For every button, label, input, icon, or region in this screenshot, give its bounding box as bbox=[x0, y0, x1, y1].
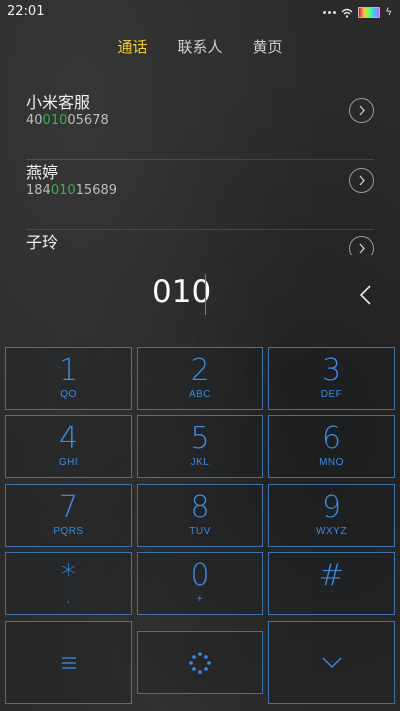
key-digit: 7 bbox=[58, 490, 79, 525]
key-3[interactable]: 3 DEF bbox=[268, 347, 395, 410]
contact-number: 4001005678 bbox=[26, 113, 109, 128]
key-letters: MNO bbox=[319, 457, 344, 468]
chevron-right-icon bbox=[359, 243, 365, 254]
key-digit: 0 bbox=[190, 558, 210, 593]
key-digit: 8 bbox=[190, 490, 210, 525]
status-icons: ϟ bbox=[323, 7, 392, 18]
key-letters: TUV bbox=[189, 526, 211, 537]
contact-name: 小米客服 bbox=[26, 93, 91, 112]
status-time: 22:01 bbox=[7, 4, 45, 19]
key-5[interactable]: 5 JKL bbox=[137, 415, 263, 478]
call-button[interactable] bbox=[137, 631, 263, 694]
tab-bar: 通话 联系人 黄页 bbox=[0, 36, 400, 60]
contact-row[interactable]: 小米客服 4001005678 bbox=[26, 89, 374, 160]
more-dots-icon bbox=[323, 11, 337, 14]
menu-button[interactable] bbox=[5, 621, 132, 704]
key-hash[interactable]: # bbox=[268, 552, 395, 615]
chevron-right-icon bbox=[359, 175, 365, 186]
key-letters: QO bbox=[60, 389, 77, 400]
contact-detail-button[interactable] bbox=[349, 168, 374, 193]
charging-icon: ϟ bbox=[385, 7, 392, 18]
tab-calls[interactable]: 通话 bbox=[117, 36, 147, 60]
key-digit: 9 bbox=[321, 490, 342, 525]
key-digit: # bbox=[318, 558, 345, 593]
key-letters: PQRS bbox=[53, 526, 84, 537]
key-digit: 3 bbox=[321, 353, 342, 388]
contact-detail-button[interactable] bbox=[349, 98, 374, 123]
key-letters: DEF bbox=[320, 389, 343, 400]
backspace-icon[interactable] bbox=[356, 284, 376, 306]
key-digit: 6 bbox=[321, 421, 342, 456]
contact-name: 子玲 bbox=[26, 233, 59, 252]
key-letters: WXYZ bbox=[316, 526, 347, 537]
key-digit: 4 bbox=[58, 421, 79, 456]
chevron-right-icon bbox=[359, 105, 365, 116]
key-9[interactable]: 9 WXYZ bbox=[268, 484, 395, 547]
key-2[interactable]: 2 ABC bbox=[137, 347, 263, 410]
key-star[interactable]: * , bbox=[5, 552, 132, 615]
contact-row[interactable]: 燕婷 18401015689 bbox=[26, 159, 374, 230]
tab-contacts[interactable]: 联系人 bbox=[177, 36, 222, 60]
key-8[interactable]: 8 TUV bbox=[137, 484, 263, 547]
key-letters: ABC bbox=[188, 389, 212, 400]
dial-input[interactable]: 010 bbox=[0, 270, 400, 318]
key-letters: , bbox=[66, 594, 71, 605]
key-6[interactable]: 6 MNO bbox=[268, 415, 395, 478]
tab-yellow-pages[interactable]: 黄页 bbox=[253, 36, 283, 60]
key-digit: 5 bbox=[190, 421, 210, 456]
menu-icon bbox=[61, 656, 76, 669]
key-digit: * bbox=[61, 558, 76, 593]
contact-detail-button[interactable] bbox=[349, 236, 374, 255]
key-4[interactable]: 4 GHI bbox=[5, 415, 132, 478]
key-1[interactable]: 1 QO bbox=[5, 347, 132, 410]
contact-number: 18401015689 bbox=[26, 183, 118, 198]
key-0[interactable]: 0 + bbox=[137, 552, 263, 615]
wifi-icon bbox=[341, 8, 353, 18]
key-letters: GHI bbox=[58, 457, 79, 468]
key-7[interactable]: 7 PQRS bbox=[5, 484, 132, 547]
dialpad-dots-icon bbox=[189, 651, 211, 674]
dialed-number: 010 bbox=[152, 274, 212, 310]
contact-row[interactable]: 子玲 bbox=[26, 229, 374, 255]
key-digit: 1 bbox=[58, 353, 79, 388]
battery-icon bbox=[358, 7, 381, 18]
contact-name: 燕婷 bbox=[26, 163, 59, 182]
hide-keypad-button[interactable] bbox=[268, 621, 395, 704]
chevron-down-icon bbox=[322, 657, 341, 668]
key-letters: JKL bbox=[190, 457, 210, 468]
key-letters: + bbox=[196, 594, 204, 605]
text-cursor bbox=[205, 274, 206, 315]
status-bar: 22:01 ϟ bbox=[0, 0, 400, 24]
key-digit: 2 bbox=[190, 353, 210, 388]
